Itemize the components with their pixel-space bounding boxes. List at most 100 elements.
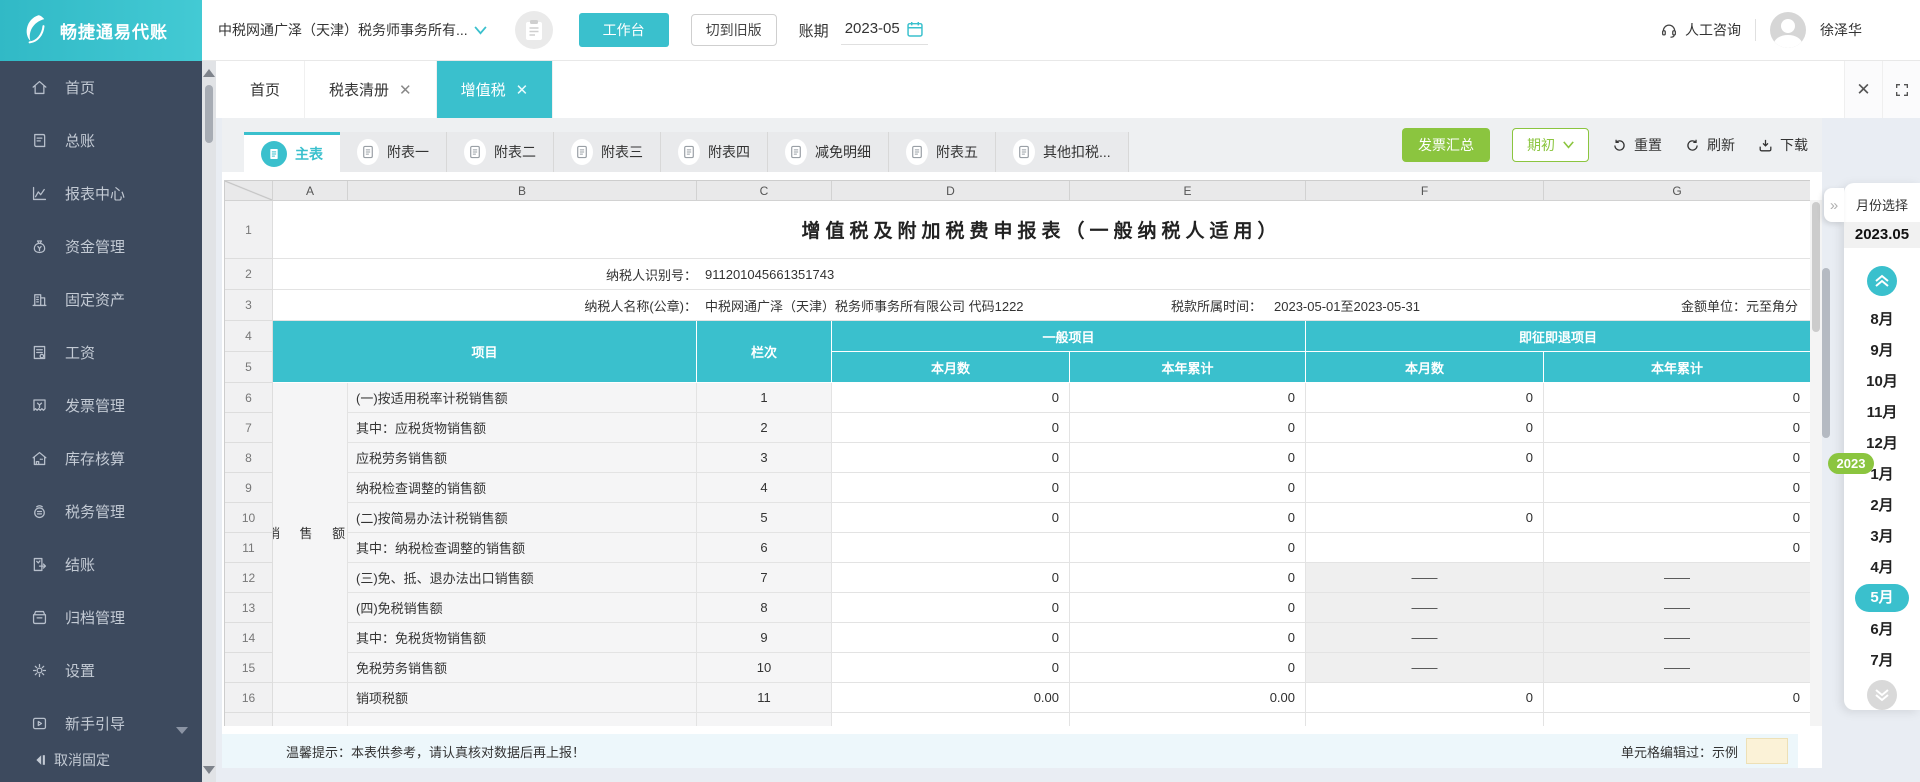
download-button[interactable]: 下载 (1757, 135, 1808, 155)
month-11月[interactable]: 11月 (1844, 397, 1920, 428)
value-cell[interactable]: 0 (1544, 383, 1810, 413)
value-cell[interactable]: 0 (832, 473, 1070, 503)
scroll-months-down-button[interactable] (1867, 680, 1897, 710)
page-scrollbar[interactable] (1822, 268, 1830, 438)
fullscreen-icon[interactable] (1882, 61, 1920, 118)
row-header[interactable]: 4 (225, 321, 273, 352)
month-4月[interactable]: 4月 (1844, 552, 1920, 583)
select-all-corner[interactable] (225, 181, 273, 201)
tab-增值税[interactable]: 增值税 ✕ (436, 61, 554, 118)
line-number-cell[interactable]: 11 (697, 683, 832, 713)
row-header[interactable]: 9 (225, 473, 273, 503)
sidebar-item-home[interactable]: 首页 (0, 61, 202, 114)
value-cell[interactable]: 0 (832, 593, 1070, 623)
subtab-附表四[interactable]: 附表四 (661, 132, 768, 172)
month-9月[interactable]: 9月 (1844, 335, 1920, 366)
dash-cell[interactable]: —— (1544, 623, 1810, 653)
column-header-F[interactable]: F (1306, 181, 1544, 201)
row-header[interactable]: 6 (225, 383, 273, 413)
clipboard-badge-icon[interactable] (514, 11, 553, 49)
row-header[interactable]: 7 (225, 413, 273, 443)
row-header[interactable]: 5 (225, 352, 273, 383)
line-number-cell[interactable]: 7 (697, 563, 832, 593)
line-number-cell[interactable]: 1 (697, 383, 832, 413)
item-label-cell[interactable]: 纳税检查调整的销售额 (348, 473, 697, 503)
row-header[interactable]: 1 (225, 201, 273, 259)
line-number-cell[interactable]: 6 (697, 533, 832, 563)
value-cell[interactable]: 0 (1544, 443, 1810, 473)
value-cell[interactable]: 0 (1070, 593, 1306, 623)
sidebar-item-inventory[interactable]: 库存核算 (0, 432, 202, 485)
period-picker[interactable]: 2023-05 (840, 16, 928, 45)
column-header-A[interactable]: A (273, 181, 348, 201)
row-header[interactable]: 12 (225, 563, 273, 593)
sidebar-item-funds[interactable]: 资金管理 (0, 220, 202, 273)
row-header[interactable]: 8 (225, 443, 273, 473)
reset-button[interactable]: 重置 (1611, 135, 1662, 155)
line-number-cell[interactable]: 4 (697, 473, 832, 503)
value-cell[interactable]: 0 (832, 563, 1070, 593)
row-header[interactable]: 13 (225, 593, 273, 623)
month-3月[interactable]: 3月 (1844, 521, 1920, 552)
tab-首页[interactable]: 首页 (226, 61, 306, 118)
row-header[interactable]: 10 (225, 503, 273, 533)
value-cell[interactable]: 0 (1306, 413, 1544, 443)
value-cell[interactable]: 0 (832, 383, 1070, 413)
close-tab-icon[interactable]: ✕ (399, 81, 412, 99)
value-cell[interactable]: 0 (1070, 473, 1306, 503)
taxpayer-id-row[interactable]: 纳税人识别号： 911201045661351743 (273, 259, 1810, 290)
value-cell[interactable]: 0 (1306, 503, 1544, 533)
support-link[interactable]: 人工咨询 (1660, 20, 1741, 40)
column-header-B[interactable]: B (348, 181, 697, 201)
value-cell[interactable]: 0 (1544, 473, 1810, 503)
month-6月[interactable]: 6月 (1844, 614, 1920, 645)
company-selector[interactable]: 中税网通广泽（天津）税务师事务所有... (218, 20, 487, 40)
subtab-附表一[interactable]: 附表一 (340, 132, 447, 172)
sidebar-item-closing[interactable]: 结账 (0, 538, 202, 591)
month-5月[interactable]: 5月 (1855, 584, 1909, 612)
value-cell[interactable] (1306, 473, 1544, 503)
switch-old-version-button[interactable]: 切到旧版 (690, 14, 777, 46)
value-cell[interactable] (832, 533, 1070, 563)
value-cell[interactable]: 0 (1070, 623, 1306, 653)
dash-cell[interactable]: —— (1306, 653, 1544, 683)
subtab-附表二[interactable]: 附表二 (447, 132, 554, 172)
unpin-button[interactable]: 取消固定 (0, 740, 202, 780)
row-header[interactable]: 2 (225, 259, 273, 290)
subtab-主表[interactable]: 主表 (244, 132, 340, 172)
line-number-cell[interactable]: 8 (697, 593, 832, 623)
value-cell[interactable]: 0 (1070, 653, 1306, 683)
tab-税表清册[interactable]: 税表清册 ✕ (305, 61, 437, 118)
dash-cell[interactable]: —— (1306, 563, 1544, 593)
avatar[interactable] (1770, 12, 1806, 48)
item-label-cell[interactable]: 免税劳务销售额 (348, 653, 697, 683)
sidebar-item-report[interactable]: 报表中心 (0, 167, 202, 220)
value-cell[interactable]: 0 (1070, 563, 1306, 593)
line-number-cell[interactable]: 5 (697, 503, 832, 533)
sidebar-item-settings[interactable]: 设置 (0, 644, 202, 697)
item-label-cell[interactable]: (二)按简易办法计税销售额 (348, 503, 697, 533)
item-label-cell[interactable]: 其中：免税货物销售额 (348, 623, 697, 653)
value-cell[interactable]: 0 (1544, 503, 1810, 533)
close-icon[interactable]: ✕ (1844, 61, 1882, 118)
taxpayer-name-row[interactable]: 纳税人名称(公章)： 中税网通广泽（天津）税务师事务所有限公司 代码1222 税款所… (273, 290, 1810, 321)
month-8月[interactable]: 8月 (1844, 304, 1920, 335)
sidebar-item-tax[interactable]: 税务管理 (0, 485, 202, 538)
value-cell[interactable]: 0 (1070, 443, 1306, 473)
sheet-title[interactable]: 增值税及附加税费申报表（一般纳税人适用） (273, 201, 1810, 259)
column-header-G[interactable]: G (1544, 181, 1810, 201)
row-header[interactable]: 3 (225, 290, 273, 321)
subtab-减免明细[interactable]: 减免明细 (768, 132, 889, 172)
value-cell[interactable]: 0 (1544, 413, 1810, 443)
dash-cell[interactable]: —— (1544, 593, 1810, 623)
column-header-D[interactable]: D (832, 181, 1070, 201)
invoice-summary-button[interactable]: 发票汇总 (1402, 128, 1490, 162)
value-cell[interactable]: 0 (1306, 443, 1544, 473)
sidebar-item-payroll[interactable]: 工资 (0, 326, 202, 379)
month-10月[interactable]: 10月 (1844, 366, 1920, 397)
dash-cell[interactable]: —— (1306, 623, 1544, 653)
section-label-cell[interactable]: 销 售 额 (273, 383, 348, 683)
sidebar-item-ledger[interactable]: 总账 (0, 114, 202, 167)
opening-balance-button[interactable]: 期初 (1512, 128, 1589, 162)
line-number-cell[interactable]: 10 (697, 653, 832, 683)
